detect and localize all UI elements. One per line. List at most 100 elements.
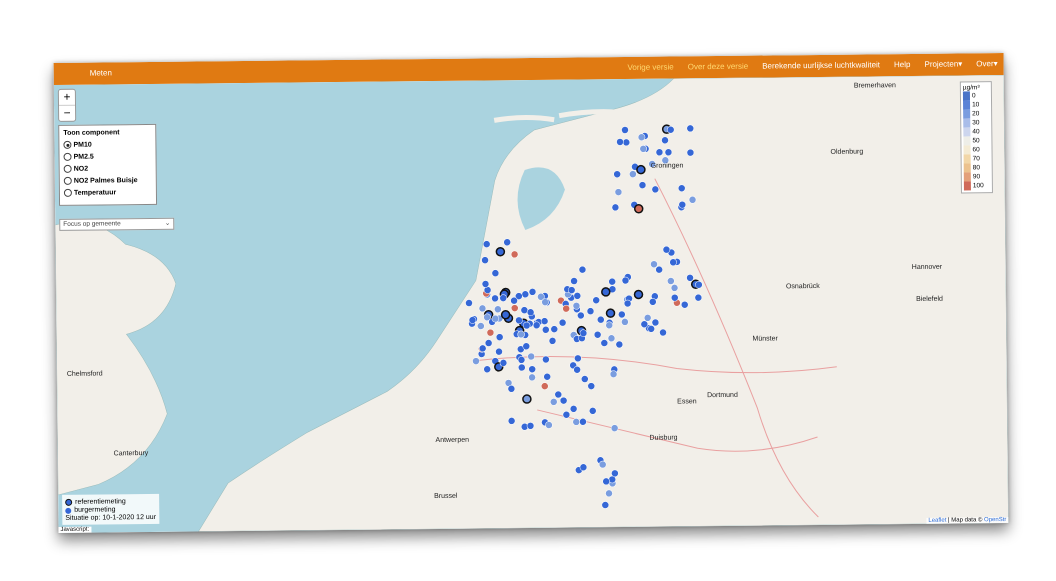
citizen-station-marker[interactable] (621, 126, 629, 134)
citizen-station-marker[interactable] (465, 299, 473, 307)
nav-projecten-dropdown[interactable]: Projecten▾ (924, 59, 962, 68)
citizen-station-marker[interactable] (694, 293, 703, 302)
citizen-station-marker[interactable] (541, 382, 549, 390)
reference-station-marker[interactable] (601, 287, 611, 297)
citizen-station-marker[interactable] (545, 421, 553, 429)
reference-station-marker[interactable] (605, 308, 616, 318)
citizen-station-marker[interactable] (574, 354, 582, 363)
citizen-station-marker[interactable] (572, 302, 581, 310)
citizen-station-marker[interactable] (491, 314, 500, 323)
citizen-station-marker[interactable] (579, 463, 588, 472)
zoom-in-button[interactable]: + (58, 89, 76, 106)
zoom-out-button[interactable]: − (59, 106, 75, 121)
citizen-station-marker[interactable] (570, 277, 578, 285)
citizen-station-marker[interactable] (577, 311, 585, 320)
citizen-station-marker[interactable] (559, 396, 568, 405)
reference-station-marker[interactable] (522, 394, 532, 404)
citizen-station-marker[interactable] (579, 418, 587, 426)
gemeente-select[interactable]: Focus op gemeente ⌄ (59, 217, 175, 231)
citizen-station-marker[interactable] (643, 314, 652, 322)
citizen-station-marker[interactable] (670, 284, 679, 292)
citizen-station-marker[interactable] (522, 321, 531, 330)
citizen-station-marker[interactable] (602, 477, 610, 486)
citizen-station-marker[interactable] (567, 286, 576, 294)
citizen-station-marker[interactable] (481, 280, 490, 288)
citizen-station-marker[interactable] (510, 250, 519, 259)
citizen-station-marker[interactable] (605, 321, 613, 330)
brand-label[interactable]: Meten (90, 68, 112, 77)
citizen-station-marker[interactable] (651, 318, 660, 327)
radio-button[interactable] (63, 176, 72, 185)
citizen-station-marker[interactable] (521, 290, 530, 299)
citizen-station-marker[interactable] (581, 375, 589, 383)
citizen-station-marker[interactable] (609, 370, 618, 378)
leaflet-link[interactable]: Leaflet (928, 518, 946, 524)
citizen-station-marker[interactable] (578, 265, 587, 274)
citizen-station-marker[interactable] (655, 265, 663, 274)
reference-station-marker[interactable] (636, 164, 646, 175)
citizen-station-marker[interactable] (579, 329, 588, 337)
citizen-station-marker[interactable] (573, 365, 581, 374)
citizen-station-marker[interactable] (548, 337, 557, 345)
citizen-station-marker[interactable] (532, 321, 541, 329)
citizen-station-marker[interactable] (695, 280, 703, 289)
citizen-station-marker[interactable] (511, 304, 519, 312)
citizen-station-marker[interactable] (680, 300, 689, 309)
citizen-station-marker[interactable] (541, 298, 549, 306)
map-view[interactable]: Hannover Dortmund Antwerpen Brussel Esse… (53, 74, 1009, 533)
citizen-station-marker[interactable] (686, 124, 695, 133)
nav-help[interactable]: Help (894, 60, 911, 69)
citizen-station-marker[interactable] (562, 304, 570, 313)
citizen-station-marker[interactable] (611, 469, 619, 478)
citizen-station-marker[interactable] (483, 313, 491, 322)
citizen-station-marker[interactable] (621, 318, 629, 326)
citizen-station-marker[interactable] (638, 181, 647, 189)
citizen-station-marker[interactable] (540, 317, 549, 325)
citizen-station-marker[interactable] (526, 308, 535, 317)
citizen-station-marker[interactable] (666, 125, 675, 134)
citizen-station-marker[interactable] (543, 372, 551, 381)
reference-station-marker[interactable] (500, 310, 511, 320)
citizen-station-marker[interactable] (639, 145, 648, 153)
citizen-station-marker[interactable] (491, 269, 500, 277)
citizen-station-marker[interactable] (640, 320, 649, 328)
citizen-station-marker[interactable] (678, 200, 687, 209)
citizen-station-marker[interactable] (611, 203, 620, 212)
citizen-station-marker[interactable] (618, 310, 626, 319)
citizen-station-marker[interactable] (520, 306, 529, 314)
citizen-station-marker[interactable] (661, 136, 669, 145)
osm-link[interactable]: OpenStr (984, 517, 1006, 523)
citizen-station-marker[interactable] (629, 170, 637, 178)
citizen-station-marker[interactable] (472, 357, 480, 365)
citizen-station-marker[interactable] (478, 304, 487, 313)
citizen-station-marker[interactable] (495, 347, 503, 356)
citizen-station-marker[interactable] (649, 298, 657, 306)
nav-over-dropdown[interactable]: Over▾ (976, 59, 997, 68)
radio-button[interactable] (63, 164, 72, 173)
nav-berekende-luchtkwaliteit[interactable]: Berekende uurlijkse luchtkwaliteit (762, 60, 880, 70)
citizen-station-marker[interactable] (507, 417, 516, 425)
citizen-station-marker[interactable] (483, 365, 491, 374)
citizen-station-marker[interactable] (650, 260, 658, 268)
citizen-station-marker[interactable] (562, 410, 571, 419)
option-no2-palmes[interactable]: NO2 Palmes Buisje (63, 176, 152, 185)
citizen-station-marker[interactable] (605, 489, 613, 498)
citizen-station-marker[interactable] (503, 238, 511, 246)
option-pm25[interactable]: PM2.5 (63, 152, 152, 161)
citizen-station-marker[interactable] (637, 133, 646, 141)
citizen-station-marker[interactable] (688, 196, 697, 204)
citizen-station-marker[interactable] (528, 373, 536, 382)
citizen-station-marker[interactable] (623, 299, 632, 308)
citizen-station-marker[interactable] (507, 385, 516, 393)
citizen-station-marker[interactable] (528, 365, 536, 373)
citizen-station-marker[interactable] (686, 274, 694, 282)
citizen-station-marker[interactable] (554, 390, 563, 399)
citizen-station-marker[interactable] (515, 316, 523, 325)
citizen-station-marker[interactable] (527, 352, 535, 361)
citizen-station-marker[interactable] (569, 405, 578, 413)
citizen-station-marker[interactable] (655, 148, 664, 156)
citizen-station-marker[interactable] (659, 328, 667, 337)
citizen-station-marker[interactable] (481, 256, 489, 264)
nav-vorige-versie[interactable]: Vorige versie (627, 62, 673, 71)
citizen-station-marker[interactable] (587, 382, 596, 390)
